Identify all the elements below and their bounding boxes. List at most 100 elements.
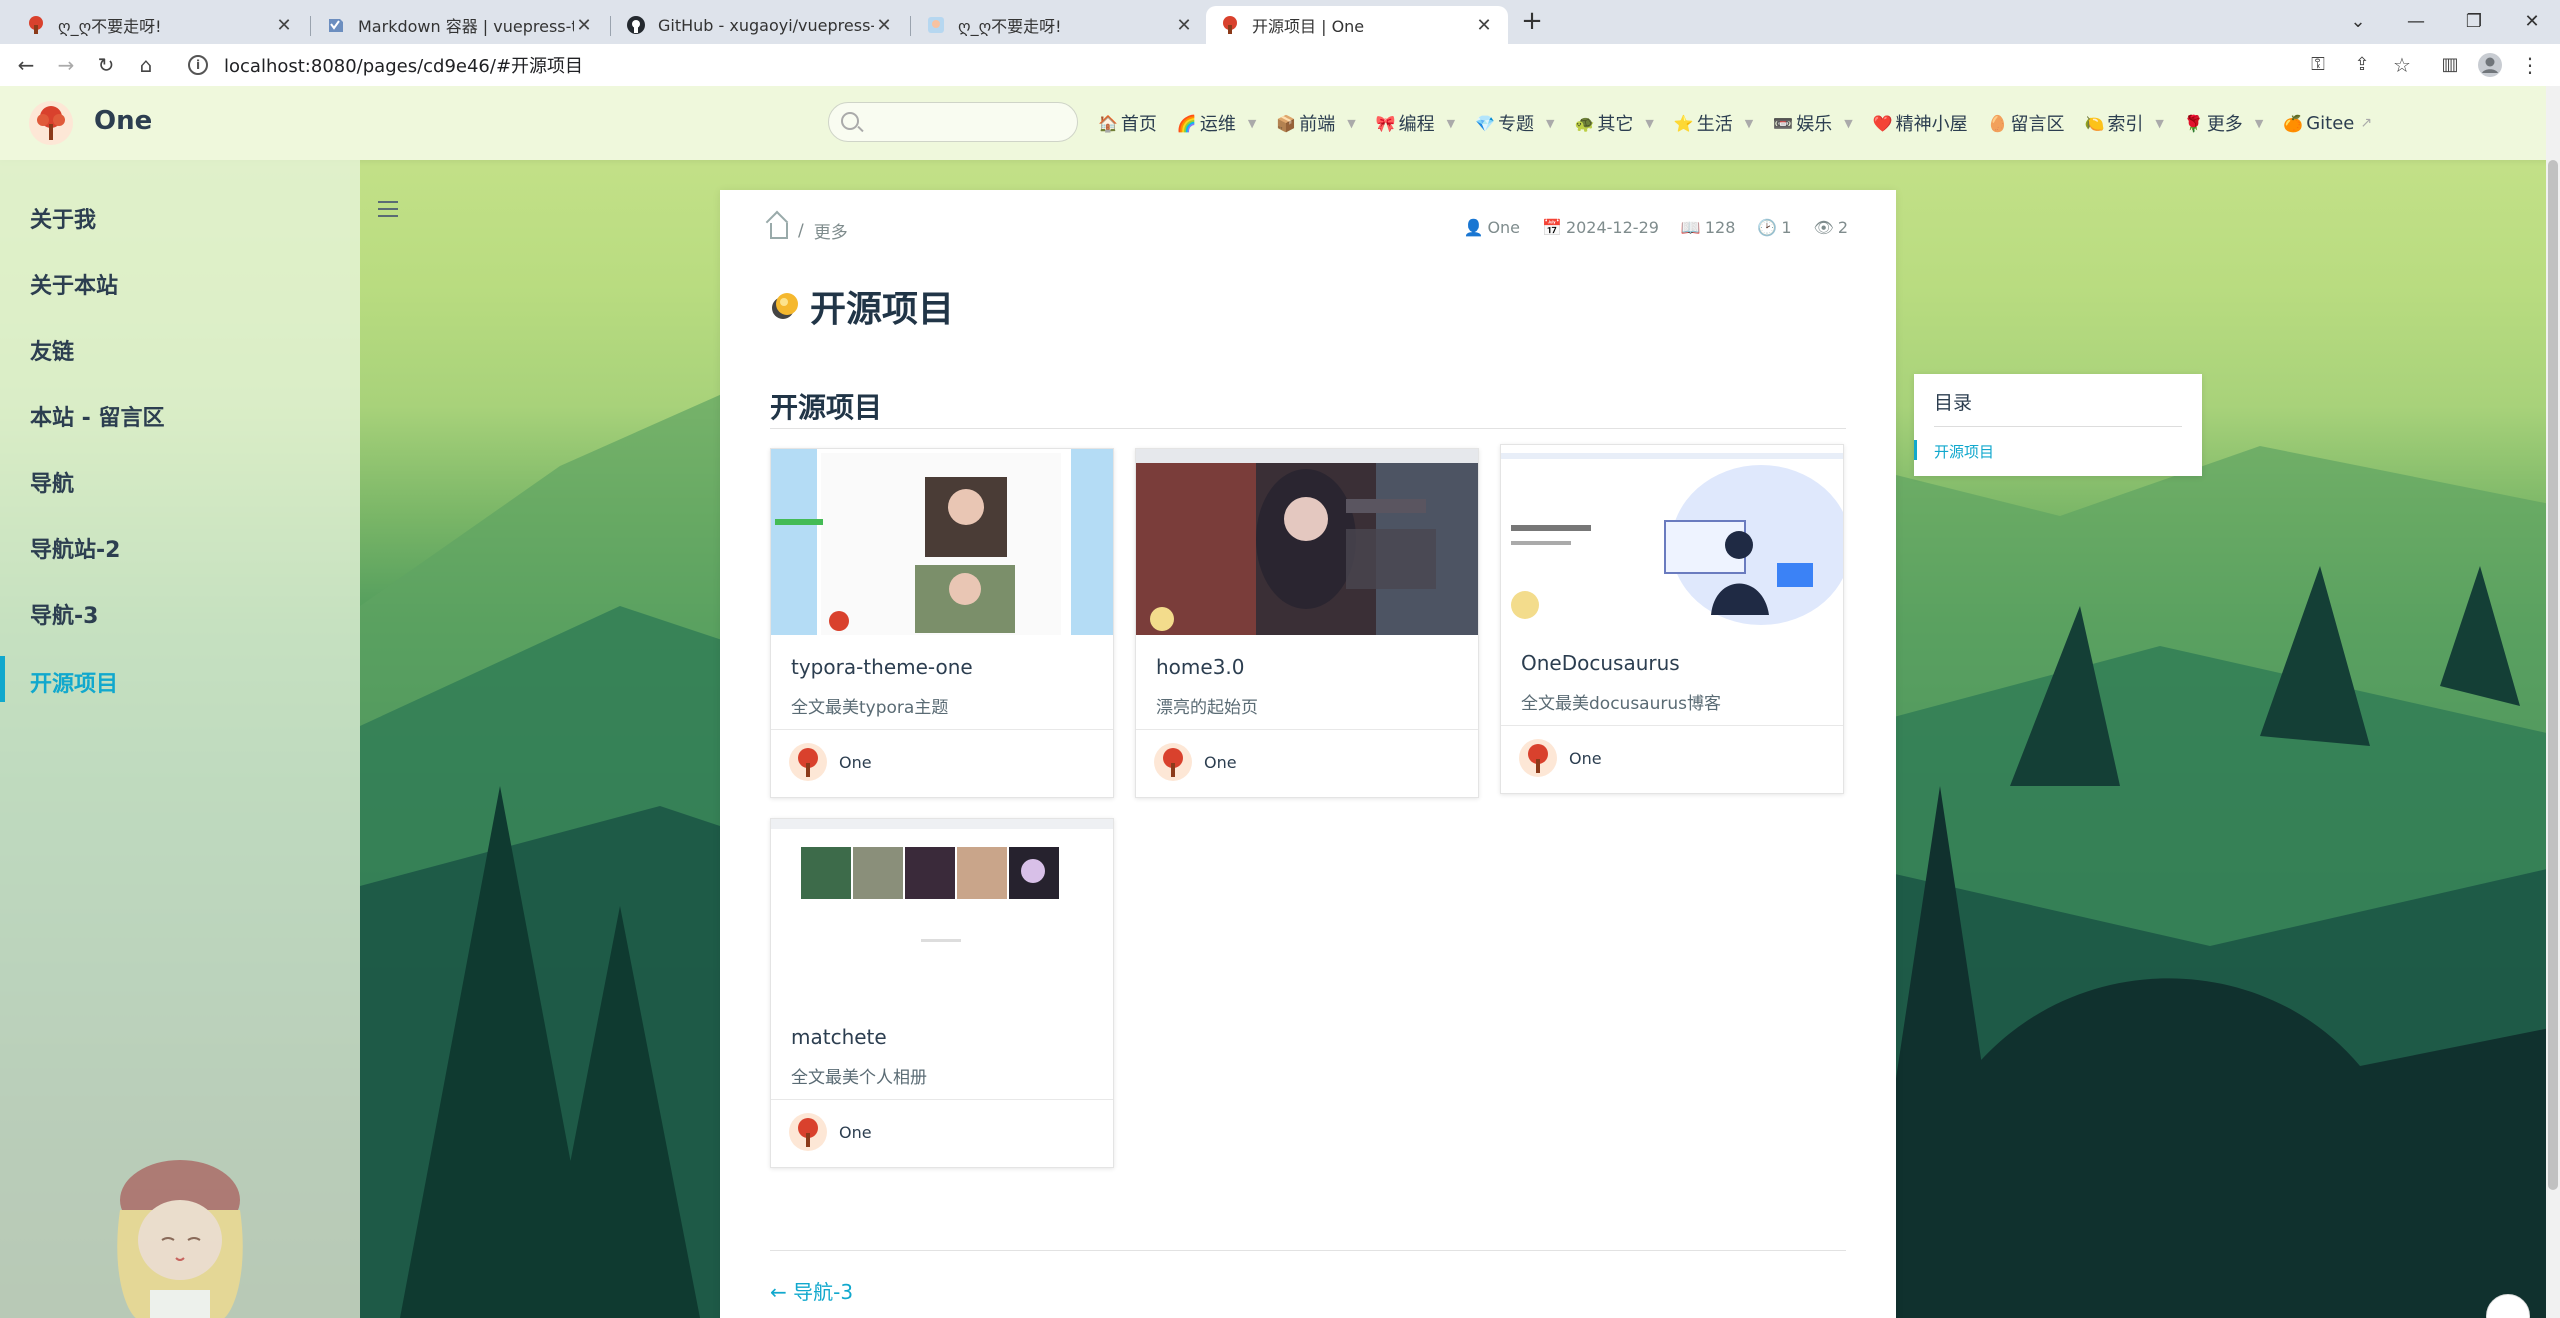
section-heading: 开源项目: [770, 391, 883, 424]
page-title: 开源项目: [770, 280, 954, 332]
calendar-icon: 📅: [1542, 218, 1562, 237]
project-card-matchete[interactable]: matchete 全文最美个人相册 One: [770, 818, 1114, 1168]
tab-separator: [910, 16, 911, 36]
article-meta: 👤 One 📅 2024-12-29 📖 128 🕑 1 👁 2: [1442, 218, 1848, 237]
eye-icon: 👁: [1813, 218, 1834, 237]
profile-icon[interactable]: [2474, 49, 2506, 81]
close-tab-icon[interactable]: ✕: [274, 15, 294, 36]
nav-item-9[interactable]: 🥚 留言区: [1988, 110, 2065, 136]
side-panel-icon[interactable]: ▥: [2434, 49, 2466, 81]
restore-icon[interactable]: ❐: [2454, 6, 2494, 38]
close-tab-icon[interactable]: ✕: [1174, 15, 1194, 36]
nav-emoji-icon: 🌹: [2183, 113, 2204, 133]
nav-item-3[interactable]: 🎀 编程 ▼: [1376, 110, 1455, 136]
reload-icon[interactable]: ↻: [90, 49, 122, 81]
nav-emoji-icon: 🐢: [1574, 113, 1595, 133]
nav-item-1[interactable]: 🌈 运维 ▼: [1177, 110, 1256, 136]
favicon-icon: [329, 19, 343, 32]
browser-tab[interactable]: GitHub - xugaoyi/vuepress-th ✕: [612, 6, 908, 44]
nav-menu: 🏠 首页 🌈 运维 ▼ 📦 前端 ▼ 🎀 编程 ▼ 💎 专题 ▼ 🐢 其它 ▼ ⭐ 生活 ▼ 📼 娱乐 ▼ ❤️ 精神小屋 🥚 留言…: [1098, 86, 2392, 160]
sidebar-item-nav[interactable]: 导航: [30, 466, 74, 498]
forward-icon[interactable]: →: [50, 49, 82, 81]
author-name: One: [1569, 749, 1602, 768]
nav-item-label: 留言区: [2010, 114, 2065, 135]
favicon-icon: [1223, 16, 1237, 34]
site-name[interactable]: One: [94, 106, 152, 136]
author-name: One: [839, 1123, 872, 1142]
browser-tab[interactable]: Markdown 容器 | vuepress-the ✕: [312, 6, 608, 44]
project-name[interactable]: typora-theme-one: [791, 655, 973, 679]
search-icon: [841, 112, 859, 130]
nav-item-8[interactable]: ❤️ 精神小屋: [1873, 110, 1968, 136]
close-tab-icon[interactable]: ✕: [1474, 15, 1494, 36]
menu-kebab-icon[interactable]: ⋮: [2514, 49, 2546, 81]
nav-item-12[interactable]: 🍊 Gitee ↗: [2283, 113, 2372, 134]
table-of-contents: 目录 开源项目: [1914, 374, 2202, 476]
close-icon[interactable]: ✕: [2512, 6, 2552, 38]
share-icon[interactable]: ⇪: [2346, 49, 2378, 81]
site-info-icon[interactable]: i: [188, 55, 208, 75]
nav-item-4[interactable]: 💎 专题 ▼: [1475, 110, 1554, 136]
nav-emoji-icon: ❤️: [1872, 113, 1893, 133]
address-bar[interactable]: i localhost:8080/pages/cd9e46/#开源项目: [176, 48, 2274, 82]
meta-author[interactable]: 👤 One: [1464, 218, 1521, 237]
new-tab-button[interactable]: +: [1516, 6, 1548, 38]
nav-emoji-icon: 🥚: [1987, 113, 2008, 133]
sidebar-item-nav-2[interactable]: 导航站-2: [30, 532, 120, 564]
sidebar-item-open-source[interactable]: 开源项目: [30, 666, 118, 698]
close-tab-icon[interactable]: ✕: [874, 15, 894, 36]
page-scrollbar[interactable]: [2546, 86, 2560, 1318]
sidebar-item-about-site[interactable]: 关于本站: [30, 268, 118, 300]
browser-tab[interactable]: ღ_ღ不要走呀! ✕: [912, 6, 1208, 44]
project-name[interactable]: OneDocusaurus: [1521, 651, 1680, 675]
toc-divider: [1934, 426, 2182, 427]
sidebar-item-guestbook[interactable]: 本站 - 留言区: [30, 400, 164, 432]
nav-item-11[interactable]: 🌹 更多 ▼: [2184, 110, 2263, 136]
key-icon[interactable]: ⚿: [2302, 49, 2334, 81]
chevron-down-icon: ▼: [1247, 116, 1257, 130]
bookmark-star-icon[interactable]: ☆: [2386, 49, 2418, 81]
nav-item-label: 编程: [1398, 114, 1435, 135]
url-text[interactable]: localhost:8080/pages/cd9e46/#开源项目: [224, 52, 583, 78]
project-card-docusaurus[interactable]: OneDocusaurus 全文最美docusaurus博客 One: [1500, 444, 1844, 794]
meta-words: 📖 128: [1681, 218, 1735, 237]
home-icon[interactable]: ⌂: [130, 49, 162, 81]
nav-emoji-icon: 🏠: [1098, 113, 1118, 133]
browser-tab-active[interactable]: 开源项目 | One ✕: [1206, 6, 1508, 44]
nav-item-label: 运维: [1199, 114, 1236, 135]
breadcrumb-current[interactable]: 更多: [814, 218, 848, 243]
minimize-icon[interactable]: —: [2396, 6, 2436, 38]
sidebar-item-about-me[interactable]: 关于我: [30, 202, 96, 234]
project-card-home[interactable]: home3.0 漂亮的起始页 One: [1135, 448, 1479, 798]
nav-item-6[interactable]: ⭐ 生活 ▼: [1674, 110, 1753, 136]
nav-item-2[interactable]: 📦 前端 ▼: [1276, 110, 1355, 136]
back-icon[interactable]: ←: [10, 49, 42, 81]
breadcrumb-home-icon[interactable]: [770, 222, 788, 239]
card-divider: [771, 729, 1113, 730]
nav-item-0[interactable]: 🏠 首页: [1098, 110, 1157, 136]
close-tab-icon[interactable]: ✕: [574, 15, 594, 36]
project-card-typora[interactable]: typora-theme-one 全文最美typora主题 One: [770, 448, 1114, 798]
toc-item[interactable]: 开源项目: [1934, 441, 1994, 462]
nav-item-label: 娱乐: [1796, 114, 1833, 135]
nav-emoji-icon: 📼: [1773, 113, 1794, 133]
nav-item-5[interactable]: 🐢 其它 ▼: [1574, 110, 1653, 136]
tab-search-icon[interactable]: ⌄: [2338, 6, 2378, 38]
sidebar-item-nav-3[interactable]: 导航-3: [30, 598, 98, 630]
nav-item-7[interactable]: 📼 娱乐 ▼: [1773, 110, 1852, 136]
sidebar-item-friend-links[interactable]: 友链: [30, 334, 74, 366]
page-title-icon: [772, 293, 798, 319]
nav-emoji-icon: 🌈: [1176, 113, 1197, 133]
site-logo-icon[interactable]: [28, 100, 74, 146]
prev-page-link[interactable]: ← 导航-3: [770, 1276, 853, 1305]
nav-item-10[interactable]: 🍋 索引 ▼: [2085, 110, 2164, 136]
tab-separator: [610, 16, 611, 36]
project-name[interactable]: matchete: [791, 1025, 887, 1049]
sidebar-toggle-icon[interactable]: [378, 201, 398, 219]
scrollbar-thumb[interactable]: [2548, 160, 2558, 1190]
project-name[interactable]: home3.0: [1156, 655, 1245, 679]
browser-tab[interactable]: ღ_ღ不要走呀! ✕: [12, 6, 308, 44]
search-input[interactable]: [828, 102, 1078, 142]
tab-title: ღ_ღ不要走呀!: [58, 17, 162, 36]
author-name: One: [1204, 753, 1237, 772]
